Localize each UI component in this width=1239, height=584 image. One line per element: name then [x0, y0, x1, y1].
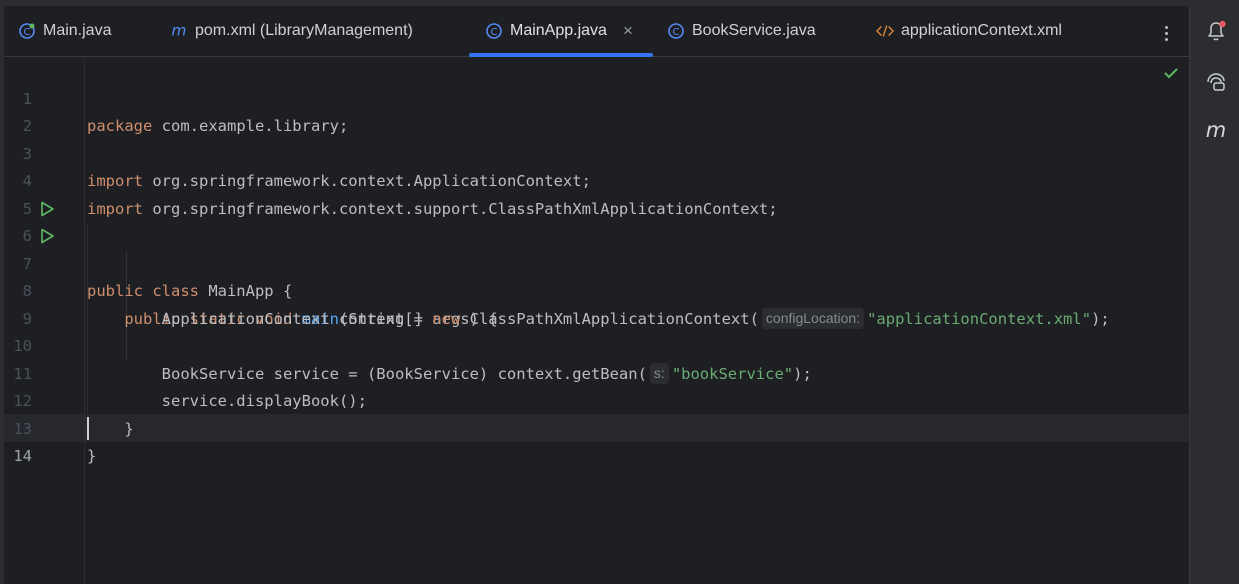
tab-bookservice-java[interactable]: C BookService.java: [667, 6, 816, 56]
run-class-icon[interactable]: [38, 200, 56, 218]
java-class-icon: C: [667, 22, 685, 40]
ai-assistant-icon[interactable]: [1203, 69, 1229, 95]
code-line: 4 import org.springframework.context.sup…: [4, 141, 1189, 218]
code-editor[interactable]: 1 package com.example.library; 2 3 impor…: [4, 58, 1189, 584]
code-line-current: 14: [4, 416, 1189, 465]
tab-pom-xml[interactable]: m pom.xml (LibraryManagement): [170, 6, 413, 56]
tab-label: Main.java: [43, 22, 112, 39]
tab-label: BookService.java: [692, 22, 816, 39]
maven-icon[interactable]: m: [1203, 118, 1229, 144]
code-line: 13 }: [4, 388, 1189, 466]
xml-icon: [876, 22, 894, 40]
code-line: 10 BookService service = (BookService) c…: [4, 306, 1189, 384]
java-class-icon: C: [485, 22, 503, 40]
code-line: 11 service.displayBook();: [4, 333, 1189, 411]
code-line: 3 import org.springframework.context.App…: [4, 113, 1189, 191]
tab-label: pom.xml (LibraryManagement): [195, 22, 413, 39]
tab-applicationcontext-xml[interactable]: applicationContext.xml: [876, 6, 1062, 56]
more-options-icon[interactable]: [1156, 18, 1176, 48]
line-number: 14: [13, 447, 32, 465]
code-line: 12 }: [4, 361, 1189, 438]
tab-mainapp-java[interactable]: C MainApp.java ×: [485, 6, 633, 56]
editor-tab-bar: C Main.java m pom.xml (LibraryManagement…: [4, 6, 1189, 57]
code-line: 9: [4, 278, 1189, 328]
code-line: 1 package com.example.library;: [4, 58, 1189, 136]
java-class-icon: C: [18, 22, 36, 40]
code-line: 2: [4, 86, 1189, 135]
tab-label: applicationContext.xml: [901, 22, 1062, 39]
right-tool-window-bar: m: [1189, 6, 1239, 584]
svg-text:m: m: [172, 22, 187, 40]
svg-text:C: C: [24, 27, 31, 38]
maven-icon: m: [170, 22, 188, 40]
run-main-icon[interactable]: [38, 227, 56, 245]
active-tab-indicator: [469, 53, 653, 57]
svg-text:m: m: [1206, 120, 1226, 142]
code-line: 5: [4, 168, 1189, 218]
text-caret: [87, 417, 89, 440]
code-line: 7 public static void main(String[] args)…: [4, 223, 1189, 328]
notifications-icon[interactable]: [1203, 18, 1229, 44]
code-line: 6 public class MainApp {: [4, 196, 1189, 300]
code-line: 8 ApplicationContext context = new Class…: [4, 251, 1189, 329]
close-tab-icon[interactable]: ×: [623, 21, 633, 41]
svg-text:C: C: [673, 27, 680, 38]
tab-main-java[interactable]: C Main.java: [18, 6, 111, 56]
code-text: }: [87, 447, 97, 465]
svg-text:C: C: [491, 27, 498, 38]
tab-label: MainApp.java: [510, 22, 607, 39]
